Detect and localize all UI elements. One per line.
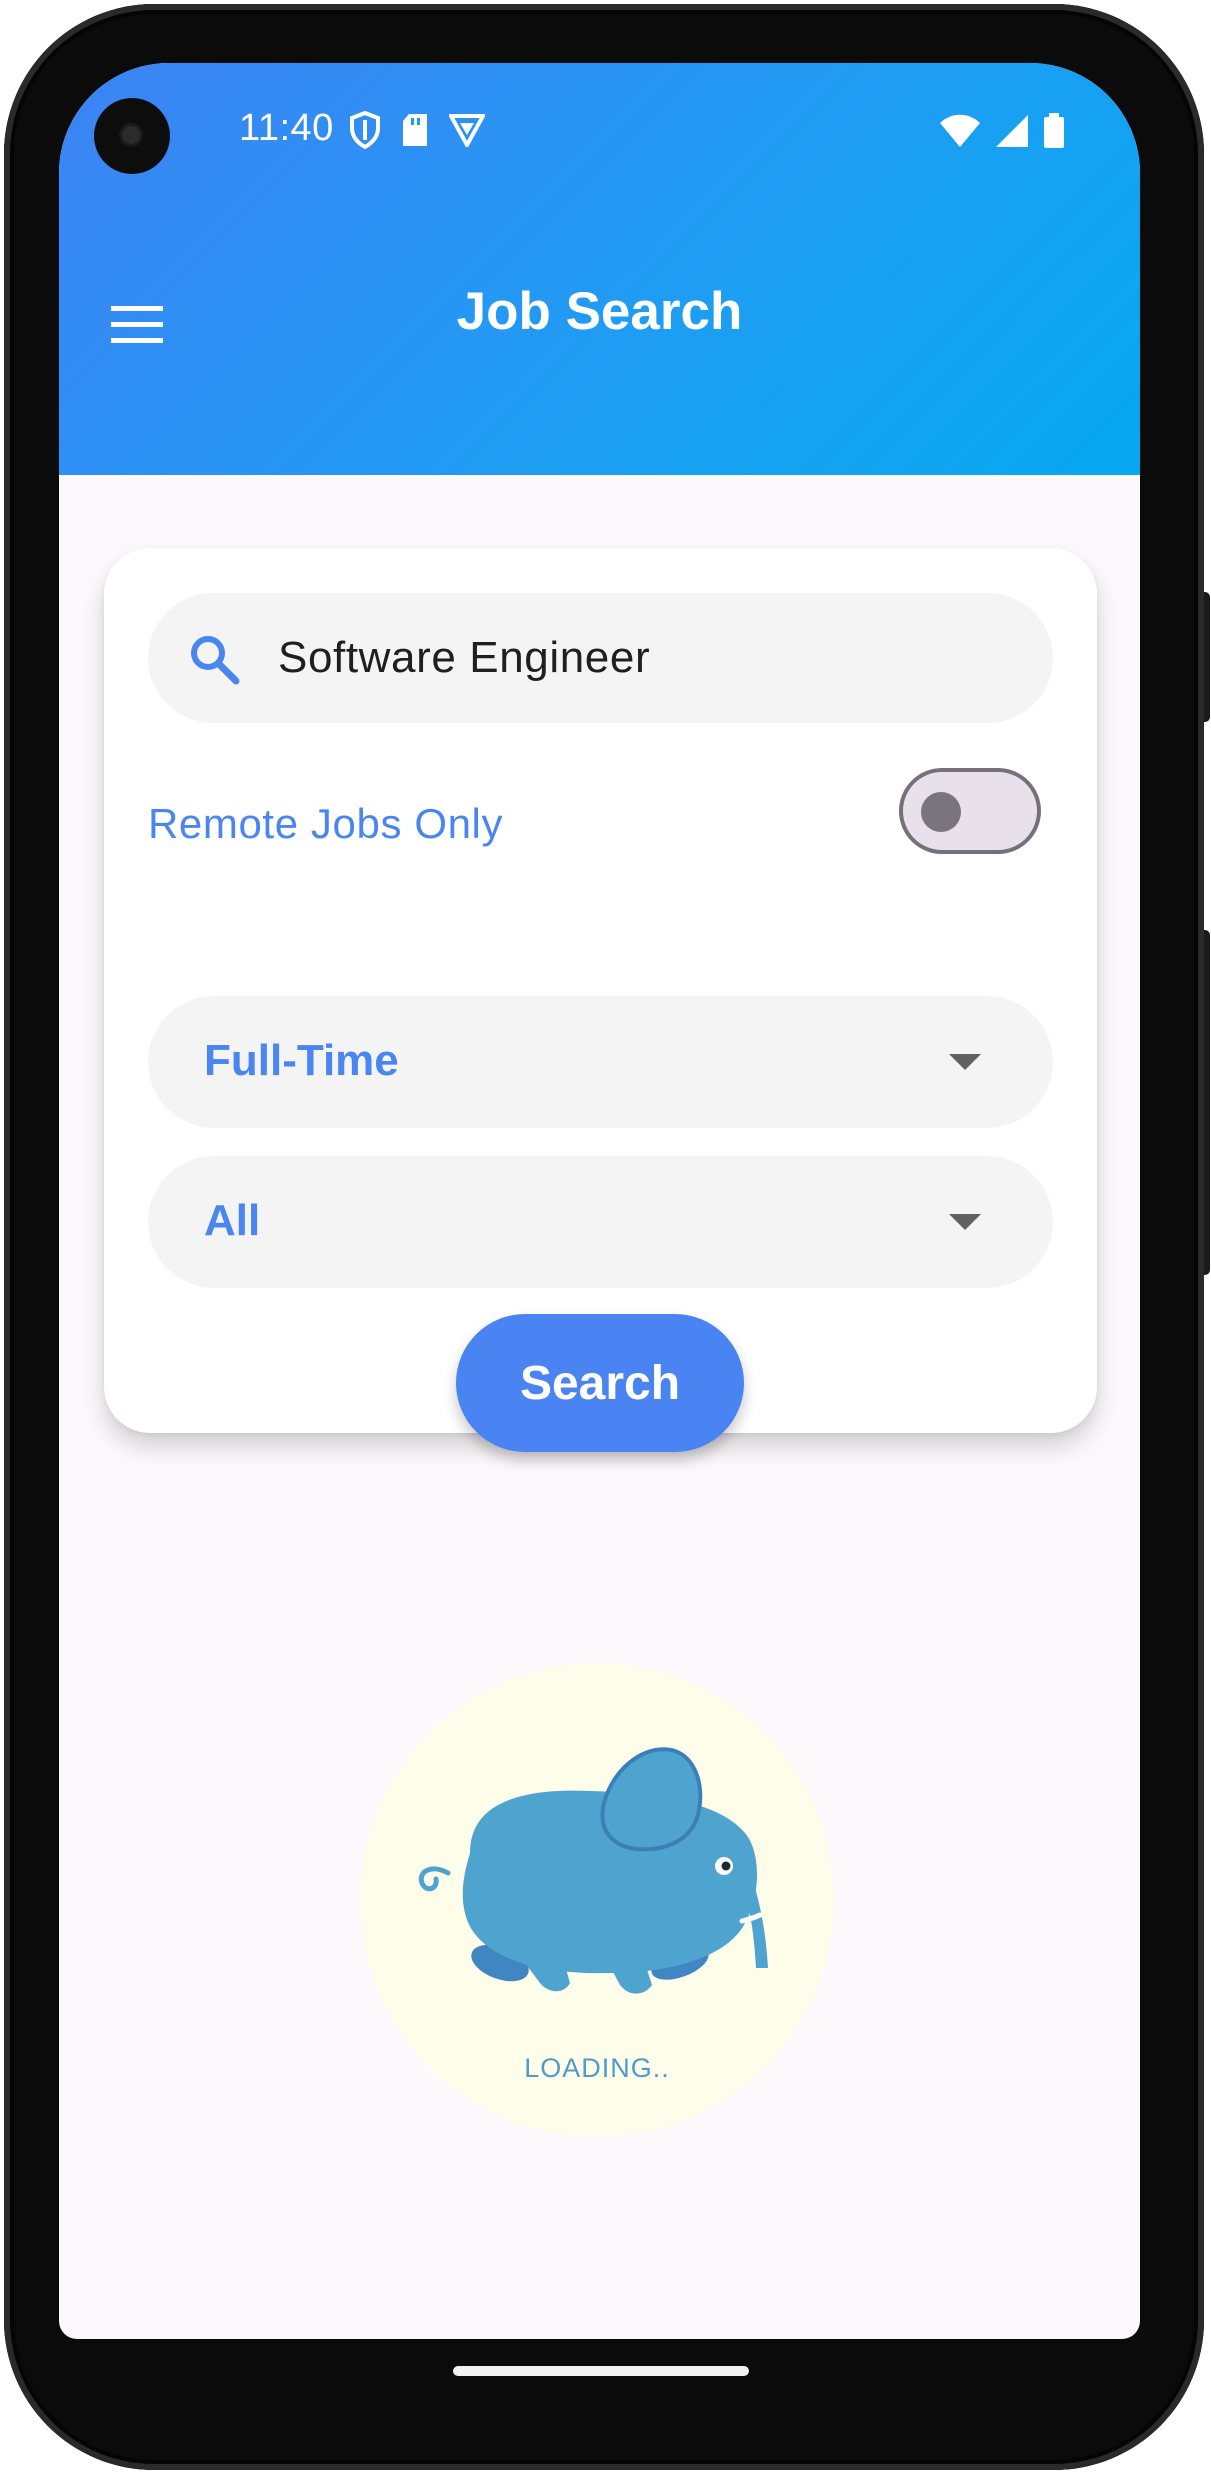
status-icons-left xyxy=(349,110,487,154)
search-button[interactable]: Search xyxy=(456,1314,744,1452)
search-filter-card: Software Engineer Remote Jobs Only Full-… xyxy=(104,548,1097,1452)
shield-icon xyxy=(349,110,381,154)
remote-jobs-label: Remote Jobs Only xyxy=(148,800,504,847)
search-input[interactable]: Software Engineer xyxy=(148,593,1053,723)
home-indicator[interactable] xyxy=(453,2366,749,2376)
screen: 11:40 Job Search Software Engineer Remot… xyxy=(59,63,1140,2339)
status-icons-right xyxy=(939,113,1065,154)
search-icon xyxy=(191,636,240,685)
cellular-signal-icon xyxy=(995,114,1029,153)
vpn-icon xyxy=(447,113,487,152)
job-type-dropdown[interactable]: Full-Time xyxy=(148,996,1053,1128)
status-time: 11:40 xyxy=(239,107,334,149)
chevron-down-icon xyxy=(949,1054,981,1070)
sd-card-icon xyxy=(401,113,429,152)
wifi-icon xyxy=(939,114,981,153)
remote-jobs-toggle[interactable] xyxy=(899,768,1041,854)
app-bar: 11:40 Job Search xyxy=(59,63,1140,475)
loading-text: LOADING.. xyxy=(524,2053,670,2083)
elephant-illustration xyxy=(418,1747,768,1994)
battery-icon xyxy=(1043,113,1065,154)
category-selected: All xyxy=(204,1196,261,1245)
chevron-down-icon xyxy=(949,1214,981,1230)
job-type-selected: Full-Time xyxy=(204,1036,399,1085)
device-frame: 11:40 Job Search Software Engineer Remot… xyxy=(0,0,1211,2474)
loading-indicator: LOADING.. xyxy=(360,1663,834,2137)
toggle-knob xyxy=(921,792,961,832)
page-title: Job Search xyxy=(456,282,743,341)
search-input-value: Software Engineer xyxy=(278,633,651,682)
front-camera xyxy=(94,98,170,174)
category-dropdown[interactable]: All xyxy=(148,1156,1053,1288)
